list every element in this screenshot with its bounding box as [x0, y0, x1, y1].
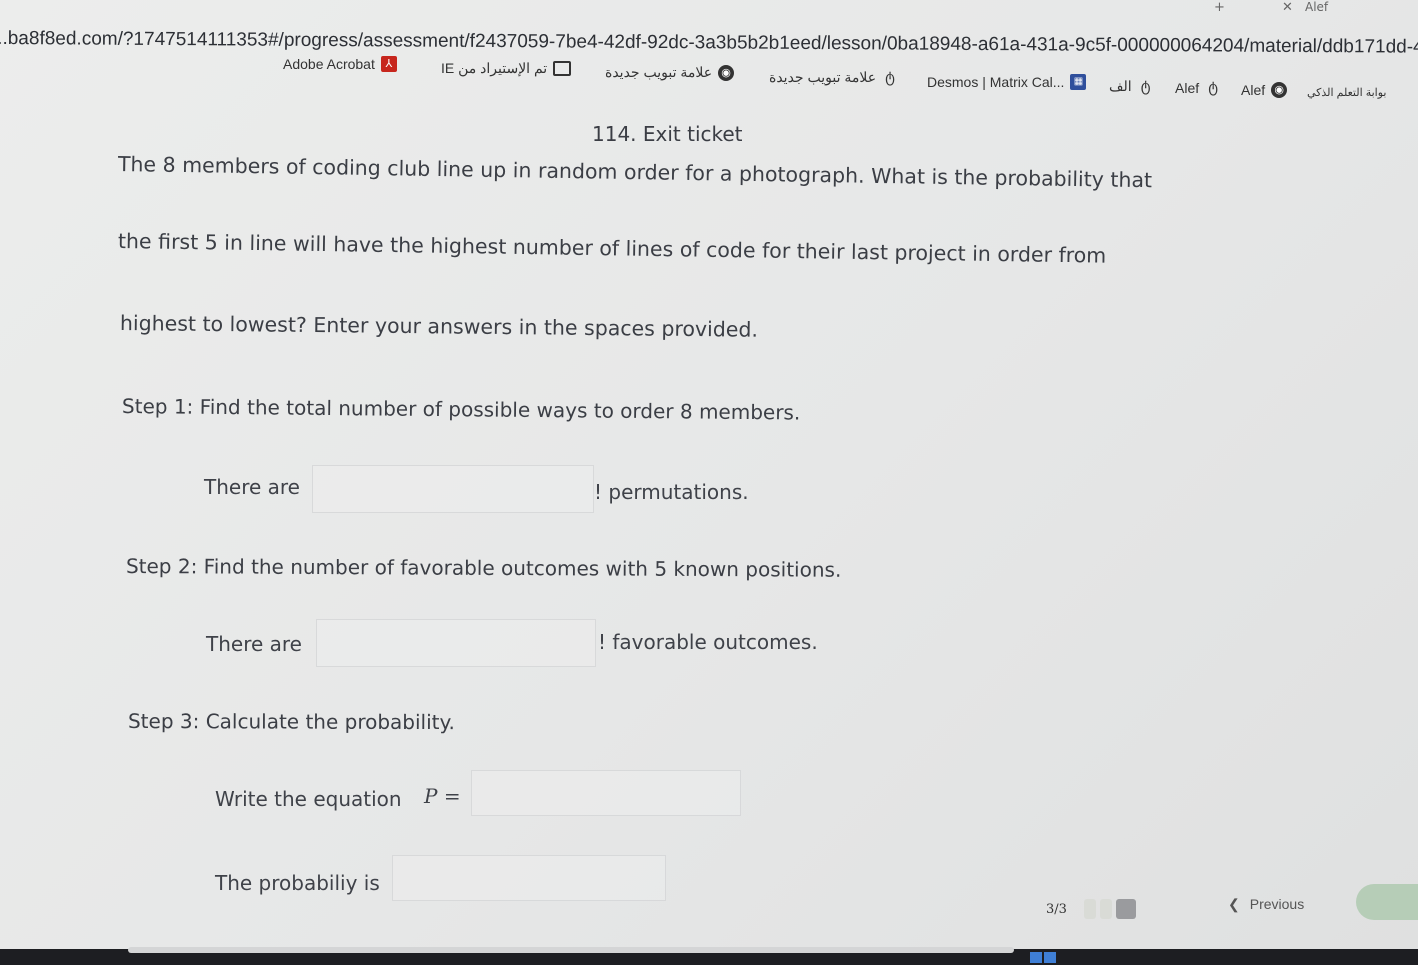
bookmark-label: علامة تبويب جديدة [605, 64, 713, 80]
bookmark-label: علامة تبويب جديدة [769, 69, 877, 85]
acrobat-icon: ⅄ [380, 56, 397, 72]
tab-bar: + ✕ Alef [0, 0, 1418, 15]
previous-label: Previous [1249, 896, 1305, 912]
question-text-line-1: The 8 members of coding club line up in … [117, 152, 1153, 193]
bookmark-ie-imported[interactable]: IE تم الإستيراد من [441, 60, 572, 77]
hand-icon: ტ [1208, 79, 1219, 96]
taskbar [0, 947, 1418, 965]
step-2-prefix: There are [206, 632, 302, 656]
favorable-outcomes-input[interactable] [316, 619, 596, 667]
bookmark-adobe-acrobat[interactable]: Adobe Acrobat ⅄ [283, 56, 397, 72]
bookmark-label: Desmos | Matrix Cal... [927, 74, 1065, 90]
progress-dots [1084, 899, 1136, 919]
next-button[interactable] [1356, 884, 1418, 920]
progress-dot-1[interactable] [1084, 899, 1096, 919]
hand-icon: ტ [885, 68, 895, 86]
progress-dot-2[interactable] [1100, 899, 1112, 919]
progress-dot-3[interactable] [1116, 899, 1136, 919]
globe-icon: ◉ [718, 64, 735, 81]
folder-icon [553, 61, 572, 76]
bookmark-desmos[interactable]: Desmos | Matrix Cal... ▦ [927, 74, 1087, 90]
taskbar-search-pill[interactable] [128, 947, 1014, 953]
windows-icon[interactable] [1030, 952, 1056, 963]
bookmark-label: IE تم الإستيراد من [441, 60, 548, 76]
probability-prompt: The probabiliy is [215, 871, 380, 895]
step-1-prefix: There are [204, 475, 300, 499]
bookmark-label: بوابة التعلم الذكي [1307, 87, 1387, 99]
chevron-left-icon: ❮ [1228, 895, 1240, 912]
step-2-heading: Step 2: Find the number of favorable out… [125, 554, 842, 582]
equation-input[interactable] [471, 770, 741, 816]
question-text-line-2: the first 5 in line will have the highes… [117, 229, 1107, 268]
step-2-suffix: ! favorable outcomes. [598, 630, 818, 654]
page: + ✕ Alef ...ba8f8ed.com/?1747514111353#/… [0, 0, 1418, 965]
step-1-suffix: ! permutations. [594, 480, 749, 504]
globe-icon: ◉ [1271, 82, 1288, 98]
step-1-heading: Step 1: Find the total number of possibl… [121, 394, 801, 425]
permutations-input[interactable] [312, 465, 594, 513]
tab-title[interactable]: Alef [1305, 0, 1328, 14]
page-title: 114. Exit ticket [592, 122, 743, 146]
bookmark-label: Adobe Acrobat [283, 56, 375, 72]
bookmark-label: Alef [1241, 82, 1266, 98]
bookmark-new-tab-2[interactable]: علامة تبويب جديدة ტ [769, 69, 898, 86]
close-tab-icon[interactable]: ✕ [1282, 0, 1293, 15]
bookmark-label: Alef [1175, 80, 1200, 96]
bookmark-alef-2[interactable]: Alef ◉ [1241, 82, 1288, 98]
bookmark-alef-arabic[interactable]: الف ტ [1109, 78, 1154, 95]
hand-icon: ტ [1140, 77, 1151, 95]
bookmarks-bar: Adobe Acrobat ⅄ IE تم الإستيراد من علامة… [283, 54, 1418, 99]
bookmark-alef-1[interactable]: Alef ტ [1175, 79, 1221, 97]
equation-symbol: P = [424, 784, 461, 808]
equation-prompt: Write the equation [215, 787, 402, 811]
question-text-line-3: highest to lowest? Enter your answers in… [119, 311, 759, 342]
bookmark-label: الف [1109, 78, 1132, 94]
probability-input[interactable] [392, 855, 666, 901]
bookmark-smart-learning[interactable]: بوابة التعلم الذكي [1307, 86, 1386, 99]
desmos-icon: ▦ [1070, 74, 1087, 90]
previous-button[interactable]: ❮ Previous [1228, 890, 1338, 918]
page-indicator: 3/3 [1046, 902, 1067, 917]
new-tab-icon[interactable]: + [1214, 0, 1225, 15]
step-3-heading: Step 3: Calculate the probability. [127, 709, 455, 735]
bookmark-new-tab-1[interactable]: علامة تبويب جديدة ◉ [605, 64, 735, 81]
